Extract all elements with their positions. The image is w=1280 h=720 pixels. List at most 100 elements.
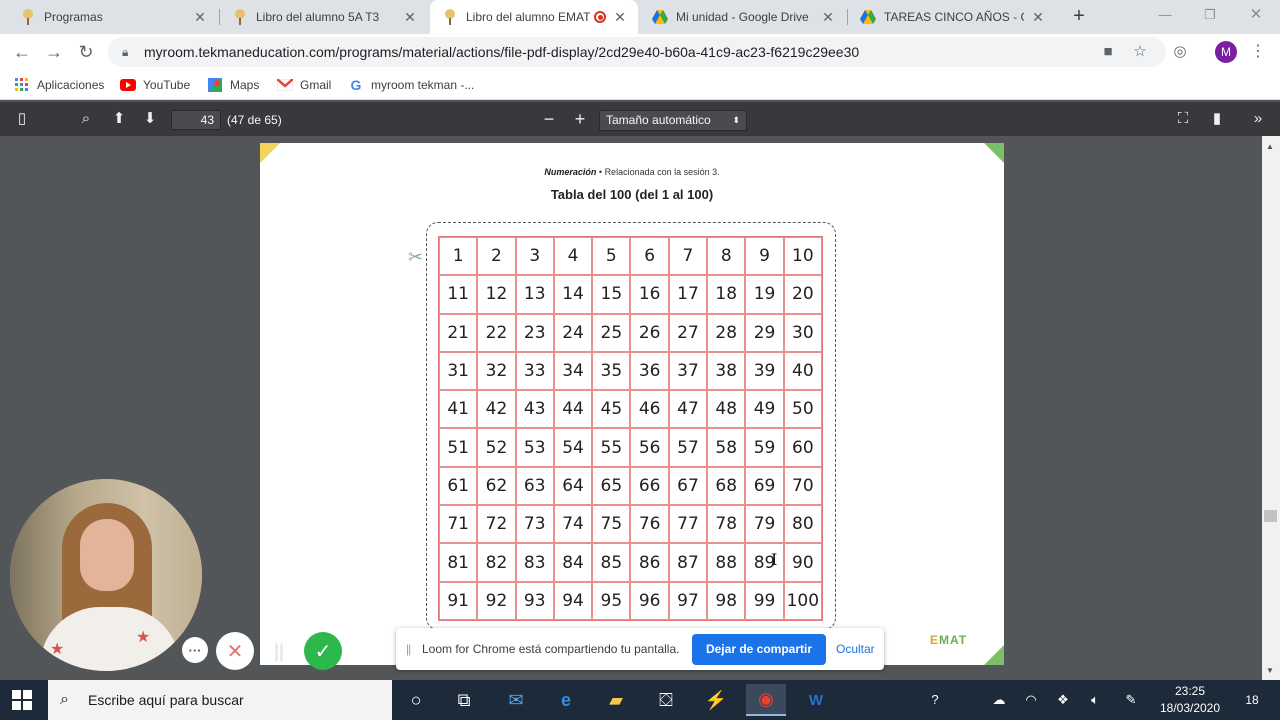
pdf-page: Numeración • Relacionada con la sesión 3… (260, 143, 1004, 665)
close-tab-icon[interactable]: ✕ (192, 9, 208, 26)
restore-window-icon[interactable]: ❐ (1190, 4, 1230, 26)
finish-recording-button[interactable]: ✓ (304, 632, 342, 670)
sidebar-toggle-icon[interactable]: ▯ (12, 110, 32, 128)
bullet-separator: • (598, 167, 603, 177)
help-icon[interactable]: ? (924, 690, 946, 710)
bookmark-youtube[interactable]: YouTube (120, 76, 190, 94)
stop-sharing-button[interactable]: Dejar de compartir (692, 634, 826, 665)
tab-libro-5a[interactable]: Libro del alumno 5A T3 ✕ (220, 0, 428, 34)
word-icon[interactable]: W (796, 684, 836, 716)
close-tab-icon[interactable]: ✕ (612, 9, 628, 26)
bookmark-aplicaciones[interactable]: Aplicaciones (14, 76, 104, 94)
webcam-bubble[interactable]: ★ ★ (10, 479, 202, 671)
forward-arrow-icon[interactable]: → (42, 40, 66, 64)
scroll-down-arrow-icon[interactable]: ▼ (1266, 666, 1274, 675)
grid-cell: 55 (592, 428, 631, 467)
extension-icon[interactable]: ◎ (1170, 42, 1190, 62)
tools-menu-icon[interactable]: » (1248, 110, 1268, 128)
apps-grid-icon (14, 77, 30, 93)
tab-tareas[interactable]: TAREAS CINCO AÑOS - Go ✕ (848, 0, 1056, 34)
chrome-menu-icon[interactable]: ⋮ (1250, 40, 1266, 64)
tab-mi-unidad[interactable]: Mi unidad - Google Drive ✕ (640, 0, 846, 34)
tekman-icon (232, 9, 248, 25)
close-tab-icon[interactable]: ✕ (820, 9, 836, 26)
new-tab-button[interactable]: + (1068, 5, 1090, 27)
windows-start-icon[interactable] (12, 690, 32, 710)
close-window-icon[interactable]: ✕ (1236, 4, 1276, 26)
notifications-icon[interactable]: 18 (1240, 688, 1264, 712)
pause-recording-button[interactable]: || (260, 632, 298, 670)
mail-app-icon[interactable]: ✉ (496, 684, 536, 716)
taskbar-clock[interactable]: 23:25 18/03/2020 (1150, 683, 1230, 717)
hide-link[interactable]: Ocultar (836, 642, 875, 656)
hundred-table-grid: 1 2 3 4 5 6 7 8 9 10 11 12 13 14 15 16 17 18 19 20 21 22 23 24 2… (438, 236, 823, 621)
scrollbar-thumb[interactable] (1264, 510, 1277, 522)
section-label: Numeración (544, 167, 597, 177)
bookmark-gmail[interactable]: Gmail (277, 76, 331, 94)
profile-avatar[interactable]: M (1215, 41, 1237, 63)
grid-cell: 91 (439, 581, 478, 620)
cortana-icon[interactable]: ○ (396, 684, 436, 716)
network-icon[interactable]: ◠ (1020, 690, 1042, 710)
grid-cell: 25 (592, 313, 631, 352)
app-shortcut-icon[interactable]: ⚡ (696, 684, 736, 716)
vertical-scrollbar[interactable] (1262, 136, 1280, 680)
grid-cell: 52 (477, 428, 516, 467)
bookmark-myroom[interactable]: G myroom tekman -... (348, 76, 475, 94)
grid-cell: 1 (439, 237, 478, 276)
grid-cell: 64 (553, 466, 593, 506)
taskbar-search-box[interactable]: ⌕ Escribe aquí para buscar (48, 680, 392, 720)
scissors-icon: ✂ (408, 247, 424, 267)
address-bar[interactable]: 🔒︎ myroom.tekmaneducation.com/programs/m… (108, 37, 1166, 67)
search-icon[interactable]: ⌕ (76, 110, 96, 128)
grid-cell: 40 (783, 351, 822, 391)
grid-cell: 4 (553, 237, 593, 276)
cancel-recording-button[interactable]: ✕ (216, 632, 254, 670)
file-explorer-icon[interactable]: ▰ (596, 684, 636, 716)
grid-cell: 11 (439, 275, 478, 314)
close-tab-icon[interactable]: ✕ (402, 9, 418, 26)
grid-cell: 93 (515, 581, 554, 620)
store-icon[interactable]: ⛋ (646, 684, 686, 716)
fullscreen-icon[interactable]: ⛶ (1173, 110, 1193, 128)
zoom-select[interactable]: Tamaño automático ⬍ (599, 110, 747, 131)
page-number-input[interactable]: 43 (171, 110, 221, 130)
chrome-taskbar-icon[interactable]: ◉ (746, 684, 786, 716)
bookmark-maps[interactable]: Maps (207, 76, 259, 94)
more-options-button[interactable]: ··· (182, 637, 208, 663)
tab-libro-emat[interactable]: Libro del alumno EMAT ✕ (430, 0, 638, 34)
minimize-window-icon[interactable]: — (1145, 4, 1185, 26)
grid-cell: 23 (515, 313, 554, 352)
grid-cell: 77 (668, 505, 708, 544)
volume-icon[interactable]: 🔈︎ (1084, 690, 1106, 710)
tab-strip: Programas ✕ Libro del alumno 5A T3 ✕ Lib… (0, 0, 1280, 34)
reload-icon[interactable]: ↻ (74, 40, 98, 64)
clock-time: 23:25 (1174, 684, 1206, 698)
close-tab-icon[interactable]: ✕ (1030, 9, 1046, 26)
drag-handle-icon[interactable]: || (406, 642, 411, 656)
search-placeholder: Escribe aquí para buscar (88, 692, 244, 708)
onedrive-icon[interactable]: ☁ (988, 690, 1010, 710)
scroll-up-arrow-icon[interactable]: ▲ (1266, 142, 1274, 151)
edge-browser-icon[interactable]: e (546, 684, 586, 716)
back-arrow-icon[interactable]: ← (10, 40, 34, 64)
tab-programas[interactable]: Programas ✕ (8, 0, 218, 34)
clock-date: 18/03/2020 (1159, 701, 1221, 715)
grid-cell: 89 (745, 543, 784, 582)
zoom-in-icon[interactable]: + (570, 110, 590, 128)
previous-page-icon[interactable]: ⬆ (109, 110, 129, 128)
dropbox-icon[interactable]: ❖ (1052, 690, 1074, 710)
grid-cell: 10 (783, 237, 822, 276)
grid-cell: 58 (707, 428, 746, 467)
grid-cell: 39 (745, 351, 784, 391)
task-view-icon[interactable]: ⧉ (444, 684, 484, 716)
camera-in-use-icon[interactable]: ■ (1098, 42, 1118, 62)
session-note: Relacionada con la sesión 3. (604, 167, 720, 177)
grid-cell: 85 (592, 543, 631, 582)
grid-cell: 48 (707, 390, 746, 429)
bookmark-star-icon[interactable]: ☆ (1130, 42, 1150, 62)
bookmark-icon[interactable]: ▮ (1207, 110, 1227, 128)
pen-icon[interactable]: ✎ (1120, 690, 1142, 710)
next-page-icon[interactable]: ⬇ (140, 110, 160, 128)
zoom-out-icon[interactable]: − (539, 110, 559, 128)
